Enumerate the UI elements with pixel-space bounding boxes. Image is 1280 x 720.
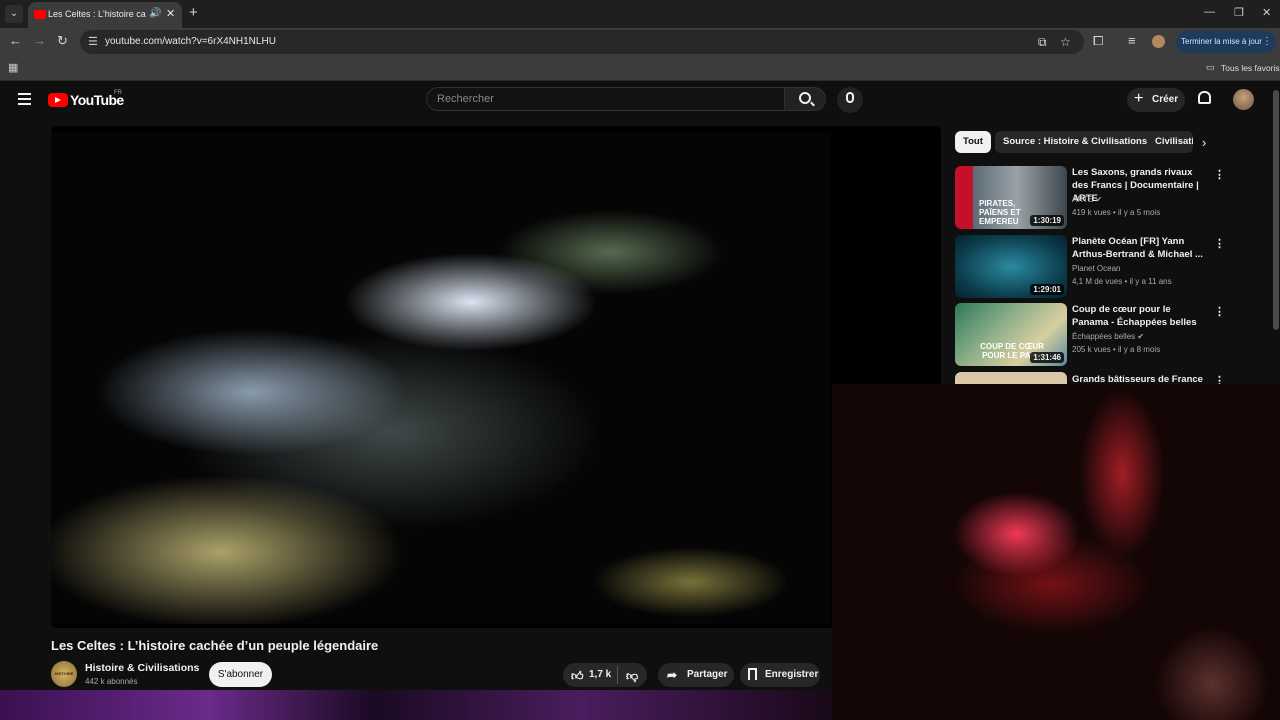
desktop-background-strip [0,690,832,720]
bookmarks-bar: ▦ ▭ Tous les favoris [0,56,1280,81]
play-triangle-icon [55,97,61,103]
youtube-favicon-icon [34,10,46,19]
video-thumbnail[interactable]: COUP DE CŒUR POUR LE PANA 1:31:46 [955,303,1067,366]
like-count[interactable]: 1,7 k [589,669,611,680]
recommendation-title[interactable]: Grands bâtisseurs de France : [1072,373,1207,384]
bookmark-star-icon[interactable]: ☆ [1060,35,1071,49]
subscribe-button[interactable]: S'abonner [209,662,272,687]
verified-icon: ✔ [1095,195,1103,204]
save-label: Enregistrer [765,669,819,680]
search-icon [799,92,811,104]
like-dislike-group: 👍︎ 1,7 k 👎︎ [563,663,647,687]
profile-avatar-icon[interactable] [1152,35,1165,48]
tab-search-button[interactable]: ⌄ [5,5,23,23]
share-button[interactable]: ➦ Partager [658,663,734,687]
youtube-header: YouTube FR Rechercher + Créer [0,81,1280,121]
channel-avatar[interactable]: HISTOIRE [51,661,77,687]
recommendation-meta: 205 k vues • il y a 8 mois [1072,345,1161,354]
like-icon[interactable]: 👍︎ [571,669,584,684]
page-scrollbar[interactable] [1273,90,1279,330]
reload-icon[interactable]: ↻ [57,33,68,49]
chip-civilisations[interactable]: Civilisations [1147,131,1193,153]
recommendation-item[interactable]: Grands bâtisseurs de France : ⋮ [955,372,1225,384]
video-frame[interactable] [51,132,831,624]
dislike-icon[interactable]: 👎︎ [626,669,638,684]
account-avatar[interactable] [1233,89,1254,110]
channel-name[interactable]: Histoire & Civilisations [85,662,199,674]
site-info-icon[interactable]: ☰ [88,35,98,48]
search-input[interactable]: Rechercher [426,87,784,111]
update-button[interactable]: Terminer la mise à jour ⋮ [1176,31,1276,53]
close-tab-icon[interactable]: ✕ [166,7,175,20]
menu-icon[interactable] [18,93,31,105]
close-window-icon[interactable]: ✕ [1262,6,1271,19]
bookmark-icon [748,668,757,680]
all-bookmarks-link[interactable]: Tous les favoris [1221,63,1280,73]
duration-badge: 1:29:01 [1030,284,1064,295]
recommendation-meta: 4,1 M de vues • il y a 11 ans [1072,277,1172,286]
more-options-icon[interactable]: ⋮ [1214,305,1225,318]
duration-badge: 1:31:46 [1030,352,1064,363]
browser-toolbar: ← → ↻ ☰ youtube.com/watch?v=6rX4NH1NLHU … [0,28,1280,56]
recommendation-meta: 419 k vues • il y a 5 mois [1072,208,1161,217]
browser-tab-strip: ⌄ Les Celtes : L'histoire cachée 🔊 ✕ + —… [0,0,1280,28]
browser-tab[interactable]: Les Celtes : L'histoire cachée 🔊 ✕ [28,2,182,28]
recommendation-title[interactable]: Planète Océan [FR] Yann Arthus-Bertrand … [1072,235,1207,261]
notifications-bell-icon[interactable] [1198,91,1211,104]
recommendation-channel[interactable]: Échappées belles ✔ [1072,332,1144,341]
back-icon[interactable]: ← [9,33,22,48]
recommendation-item[interactable]: PIRATES, PAÏENS ET EMPEREU 1:30:19 Les S… [955,166,1225,232]
video-thumbnail[interactable]: 1:29:01 [955,235,1067,298]
url-text[interactable]: youtube.com/watch?v=6rX4NH1NLHU [105,36,276,47]
recommendation-channel[interactable]: ARTE ✔ [1072,195,1102,204]
apps-grid-icon[interactable]: ▦ [8,61,18,74]
new-tab-icon[interactable]: + [189,4,198,21]
extensions-icon[interactable]: ⧠ [1093,33,1103,49]
voice-search-button[interactable] [837,87,863,113]
video-thumbnail[interactable] [955,372,1067,384]
microphone-icon [846,92,854,103]
folder-icon[interactable]: ▭ [1206,62,1215,73]
share-icon: ➦ [667,668,678,682]
like-divider [617,666,618,684]
video-title: Les Celtes : L’histoire cachée d’un peup… [51,638,379,653]
subscriber-count: 442 k abonnés [85,677,138,686]
address-bar[interactable]: ☰ youtube.com/watch?v=6rX4NH1NLHU ⧉ ☆ [80,30,1084,54]
share-label: Partager [687,669,728,680]
create-button[interactable]: + Créer [1127,88,1185,112]
save-button[interactable]: Enregistrer [740,663,820,687]
search-button[interactable] [784,87,826,111]
create-label: Créer [1152,94,1179,105]
webcam-overlay [832,384,1280,720]
more-options-icon[interactable]: ⋮ [1214,168,1225,181]
plus-icon: + [1134,90,1144,107]
more-options-icon[interactable]: ⋮ [1214,237,1225,250]
video-thumbnail[interactable]: PIRATES, PAÏENS ET EMPEREU 1:30:19 [955,166,1067,229]
speaker-icon[interactable]: 🔊 [149,8,161,19]
search-placeholder: Rechercher [437,93,494,105]
recommendation-item[interactable]: 1:29:01 Planète Océan [FR] Yann Arthus-B… [955,235,1225,301]
maximize-icon[interactable]: ❐ [1234,6,1244,19]
forward-icon[interactable]: → [33,33,46,48]
chevron-right-icon[interactable]: › [1202,135,1206,150]
media-control-icon[interactable]: ≡ [1128,33,1136,48]
install-app-icon[interactable]: ⧉ [1038,35,1047,50]
video-player[interactable] [51,126,941,628]
minimize-icon[interactable]: — [1204,6,1215,18]
recommendation-title[interactable]: Coup de cœur pour le Panama - Échappées … [1072,303,1207,329]
chip-all[interactable]: Tout [955,131,991,153]
recommendation-item[interactable]: COUP DE CŒUR POUR LE PANA 1:31:46 Coup d… [955,303,1225,369]
country-code: FR [114,90,122,96]
more-options-icon[interactable]: ⋮ [1214,374,1225,384]
verified-icon: ✔ [1137,332,1145,341]
more-menu-icon[interactable]: ⋮ [1262,31,1272,53]
recommendation-channel[interactable]: Planet Ocean [1072,264,1120,273]
duration-badge: 1:30:19 [1030,215,1064,226]
chip-source[interactable]: Source : Histoire & Civilisations [995,131,1156,153]
tab-title: Les Celtes : L'histoire cachée [48,9,146,19]
